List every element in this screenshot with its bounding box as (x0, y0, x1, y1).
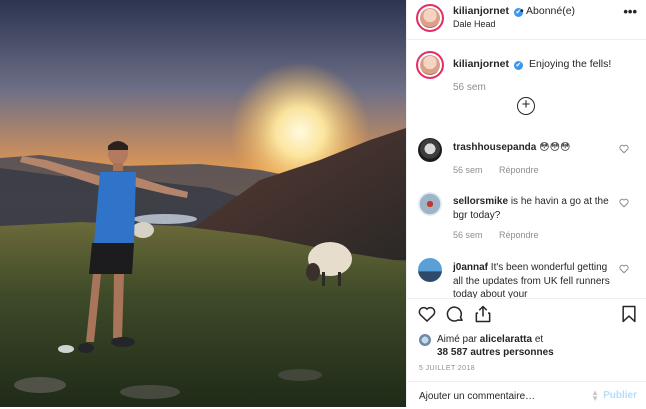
add-comment-bar: ▲▼ Publier (407, 381, 646, 409)
comment-timestamp[interactable]: 56 sem (453, 165, 483, 175)
comment-avatar[interactable] (418, 138, 442, 162)
comment-username[interactable]: sellorsmike (453, 196, 508, 207)
author-username-text[interactable]: kilianjornet (453, 5, 509, 17)
comment-body: trashhousepanda 😳😳😳 (453, 141, 613, 155)
save-bookmark-icon[interactable] (619, 304, 639, 324)
share-icon[interactable] (473, 304, 493, 324)
comment-like-heart-icon[interactable] (619, 198, 629, 208)
likes-summary: Aimé par alicelaratta et (437, 334, 543, 345)
load-more-comments-icon[interactable]: + (517, 97, 535, 115)
likes-count[interactable]: 38 587 autres personnes (437, 347, 554, 358)
liker-avatar[interactable] (419, 334, 431, 346)
comment-timestamp[interactable]: 56 sem (453, 230, 483, 240)
comment-like-heart-icon[interactable] (619, 264, 629, 274)
comments-list[interactable]: trashhousepanda 😳😳😳 56 sem Répondre sell… (407, 130, 646, 298)
comment-meta: 56 sem Répondre (453, 165, 553, 175)
photo-scene (0, 62, 406, 407)
comment-body: sellorsmike is he havin a go at the bgr … (453, 195, 613, 222)
scroll-arrows-icon: ▲ ▼ (591, 388, 599, 403)
comment-avatar[interactable] (418, 258, 442, 282)
comment-bubble-icon[interactable] (445, 304, 465, 324)
comment-meta: 56 sem Répondre (453, 230, 553, 240)
caption-text: Enjoying the fells! (529, 58, 612, 70)
likes-suffix: et (534, 334, 544, 345)
post-location[interactable]: Dale Head (453, 19, 496, 29)
caption-author-avatar[interactable] (416, 51, 444, 79)
comment-username[interactable]: trashhousepanda (453, 142, 536, 153)
post-actions: Aimé par alicelaratta et 38 587 autres p… (407, 298, 646, 408)
reply-button[interactable]: Répondre (499, 165, 539, 175)
author-username[interactable]: kilianjornet ✔ (453, 5, 523, 17)
post-side-panel: kilianjornet ✔ • Abonné(e) Dale Head •••… (406, 0, 646, 407)
instagram-post: kilianjornet ✔ • Abonné(e) Dale Head •••… (0, 0, 646, 407)
comment-text: 😳😳😳 (539, 142, 571, 153)
caption-author-username[interactable]: kilianjornet ✔ (453, 58, 523, 70)
post-photo[interactable] (0, 0, 406, 407)
more-options-icon[interactable]: ••• (623, 4, 637, 19)
comment-avatar[interactable] (418, 192, 442, 216)
liker-username[interactable]: alicelaratta (480, 334, 532, 345)
like-heart-icon[interactable] (417, 304, 437, 324)
caption-author-name[interactable]: kilianjornet (453, 58, 509, 70)
comment-username[interactable]: j0annaf (453, 262, 488, 273)
comment-like-heart-icon[interactable] (619, 144, 629, 154)
reply-button[interactable]: Répondre (499, 230, 539, 240)
add-comment-input[interactable] (419, 388, 579, 404)
follow-status[interactable]: • Abonné(e) (520, 5, 575, 17)
post-date[interactable]: 5 JUILLET 2018 (419, 365, 475, 372)
verified-badge-icon: ✔ (513, 61, 523, 70)
caption-timestamp[interactable]: 56 sem (453, 82, 486, 93)
comment-body: j0annaf It's been wonderful getting all … (453, 261, 613, 298)
likes-prefix: Aimé par (437, 334, 478, 345)
author-avatar[interactable] (416, 4, 444, 32)
publish-button[interactable]: Publier (603, 390, 637, 401)
post-header: kilianjornet ✔ • Abonné(e) Dale Head ••• (407, 0, 646, 40)
